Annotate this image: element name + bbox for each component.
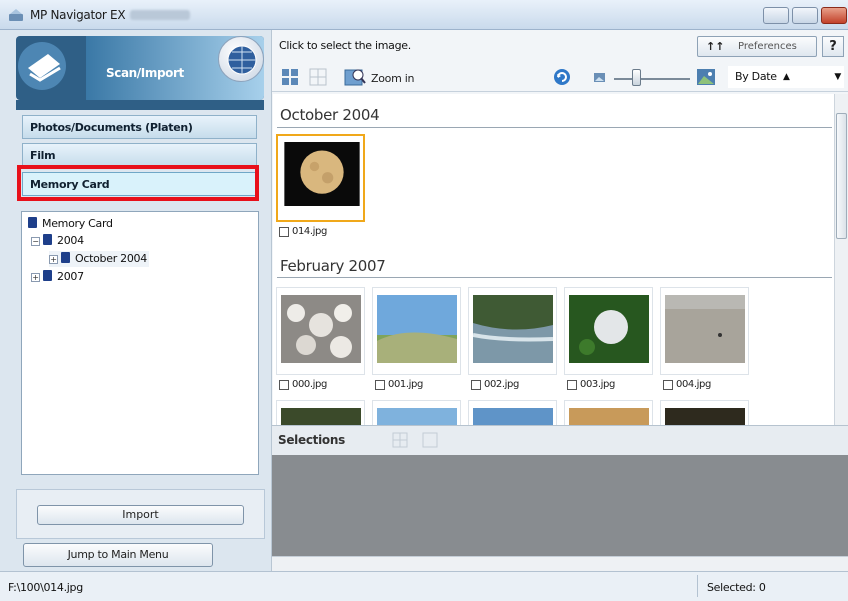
filename-002: 002.jpg — [484, 379, 519, 390]
mode-photos-documents[interactable]: Photos/Documents (Platen) — [22, 115, 257, 139]
status-file-path: F:\100\014.jpg — [8, 581, 83, 594]
filename-014: 014.jpg — [292, 226, 327, 237]
tree-item-october-2004[interactable]: + October 2004 — [49, 251, 149, 267]
clear-selection-icon[interactable] — [422, 432, 438, 448]
thumbnail-partial[interactable] — [564, 400, 653, 425]
tree-item-2004[interactable]: −2004 — [31, 233, 84, 249]
thumbnail-size-slider[interactable] — [632, 69, 641, 86]
folder-icon — [43, 270, 52, 281]
folder-tree[interactable]: Memory Card −2004 + October 2004 +2007 — [21, 211, 259, 475]
vertical-scroll-thumb[interactable] — [836, 113, 847, 239]
import-button[interactable]: Import — [37, 505, 244, 525]
jump-to-main-menu-button[interactable]: Jump to Main Menu — [23, 543, 213, 567]
thumbnail-area: October 2004 014.jpg February 2007 000.j… — [273, 94, 834, 425]
filename-003: 003.jpg — [580, 379, 615, 390]
refresh-icon[interactable] — [552, 67, 572, 87]
checkbox-001[interactable] — [375, 380, 385, 390]
header-strip — [16, 100, 264, 110]
group-divider — [277, 127, 832, 128]
thumbnail-002[interactable] — [468, 287, 557, 375]
checkbox-003[interactable] — [567, 380, 577, 390]
chevron-down-icon[interactable]: ▼ — [834, 67, 841, 87]
status-selected-count: Selected: 0 — [707, 581, 766, 594]
group-title-february-2007: February 2007 — [280, 257, 386, 275]
minimize-button[interactable] — [763, 7, 789, 24]
folder-icon — [61, 252, 70, 263]
help-button[interactable]: ? — [822, 36, 844, 57]
photo-moon — [284, 142, 360, 206]
thumbnail-000[interactable] — [276, 287, 365, 375]
sort-up-icon: ▲ — [783, 72, 790, 82]
photo-partial — [569, 408, 649, 425]
photo-hills — [377, 295, 457, 363]
mode-film[interactable]: Film — [22, 143, 257, 167]
photo-partial — [377, 408, 457, 425]
clear-selection-icon[interactable] — [309, 68, 327, 86]
app-icon — [9, 9, 23, 21]
filename-000: 000.jpg — [292, 379, 327, 390]
collapse-icon[interactable]: − — [31, 237, 40, 246]
photo-blossoms — [281, 295, 361, 363]
thumbnail-004[interactable] — [660, 287, 749, 375]
scanner-icon — [18, 42, 66, 90]
photo-river — [473, 295, 553, 363]
selections-label: Selections — [278, 433, 345, 447]
tree-item-memory-card[interactable]: Memory Card — [28, 216, 113, 232]
highlight-frame — [17, 165, 259, 201]
preferences-label: Preferences — [738, 41, 797, 52]
thumbnail-partial[interactable] — [468, 400, 557, 425]
close-button[interactable] — [821, 7, 847, 24]
thumbnail-014[interactable] — [276, 134, 365, 222]
expand-icon[interactable]: + — [49, 255, 58, 264]
select-all-icon[interactable] — [392, 432, 408, 448]
thumbnail-003[interactable] — [564, 287, 653, 375]
thumbnail-partial[interactable] — [372, 400, 461, 425]
selections-area — [272, 455, 848, 556]
instruction-text: Click to select the image. — [279, 39, 411, 52]
sort-order-value: By Date — [735, 70, 777, 83]
zoom-in-label[interactable]: Zoom in — [371, 72, 414, 85]
photo-hydrangea — [569, 295, 649, 363]
filename-001: 001.jpg — [388, 379, 423, 390]
thumbnail-partial[interactable] — [276, 400, 365, 425]
large-image-icon[interactable] — [697, 69, 715, 85]
checkbox-002[interactable] — [471, 380, 481, 390]
expand-icon[interactable]: + — [31, 273, 40, 282]
checkbox-000[interactable] — [279, 380, 289, 390]
thumbnail-partial[interactable] — [660, 400, 749, 425]
preferences-button[interactable]: ↑↑ Preferences — [697, 36, 817, 57]
small-image-icon[interactable] — [594, 73, 605, 82]
folder-icon — [43, 234, 52, 245]
thumbnail-size-track[interactable] — [614, 78, 690, 80]
horizontal-scrollbar[interactable] — [272, 556, 848, 571]
maximize-button[interactable] — [792, 7, 818, 24]
sort-order-select[interactable]: By Date ▲ ▼ — [728, 66, 844, 88]
tree-item-2007[interactable]: +2007 — [31, 269, 84, 285]
checkbox-004[interactable] — [663, 380, 673, 390]
filename-004: 004.jpg — [676, 379, 711, 390]
select-all-icon[interactable] — [281, 68, 299, 86]
zoom-in-icon[interactable] — [344, 67, 366, 87]
status-divider — [697, 575, 698, 597]
photo-beach — [665, 295, 745, 363]
photo-partial — [665, 408, 745, 425]
title-bar — [0, 0, 848, 30]
group-title-october-2004: October 2004 — [280, 106, 380, 124]
thumbnail-001[interactable] — [372, 287, 461, 375]
checkbox-014[interactable] — [279, 227, 289, 237]
sort-arrows-icon: ↑↑ — [706, 40, 725, 53]
selections-bar — [272, 425, 848, 455]
card-icon — [28, 217, 37, 228]
photo-partial — [281, 408, 361, 425]
photo-partial — [473, 408, 553, 425]
group-divider — [277, 277, 832, 278]
web-icon[interactable] — [218, 36, 264, 82]
window-title: MP Navigator EX — [30, 8, 126, 22]
title-extra — [130, 10, 190, 20]
scan-import-label: Scan/Import — [106, 66, 184, 80]
